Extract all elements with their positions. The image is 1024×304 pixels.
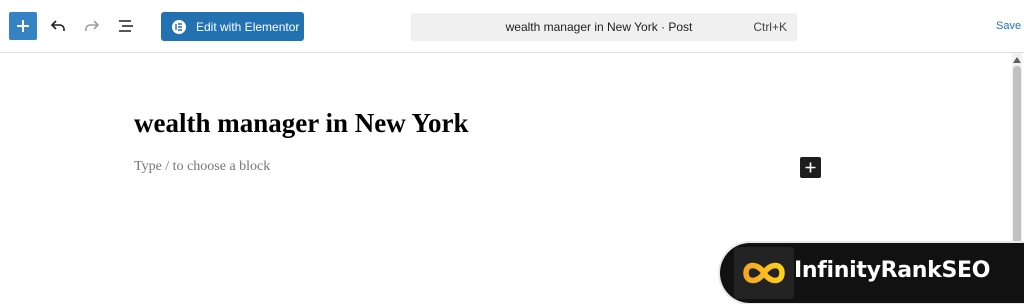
command-palette-bar[interactable]: wealth manager in New York · Post Ctrl+K — [411, 13, 797, 41]
edit-with-elementor-button[interactable]: Edit with Elementor — [161, 12, 304, 41]
plus-icon — [805, 162, 816, 173]
editor-toolbar: Edit with Elementor wealth manager in Ne… — [0, 0, 1024, 53]
infinity-logo-icon — [734, 247, 794, 299]
undo-button[interactable] — [46, 14, 70, 38]
edit-with-elementor-label: Edit with Elementor — [196, 19, 300, 34]
redo-icon — [85, 20, 100, 31]
list-view-icon — [119, 20, 133, 32]
scroll-up-arrow[interactable] — [1012, 55, 1022, 65]
elementor-icon — [172, 19, 186, 34]
document-title: wealth manager in New York · Post — [505, 20, 693, 34]
plus-icon — [17, 20, 29, 32]
chevron-up-icon — [1013, 57, 1021, 63]
redo-button[interactable] — [80, 14, 104, 38]
brand-watermark: InfinityRankSEO — [718, 241, 1024, 304]
keyboard-shortcut: Ctrl+K — [753, 20, 787, 34]
post-title[interactable]: wealth manager in New York — [134, 108, 468, 139]
brand-name: InfinityRankSEO — [794, 258, 991, 283]
block-placeholder[interactable]: Type / to choose a block — [134, 159, 270, 175]
document-overview-button[interactable] — [114, 14, 138, 38]
add-block-button[interactable] — [800, 157, 821, 178]
save-draft-button[interactable]: Save d — [996, 20, 1024, 32]
block-inserter-button[interactable] — [9, 12, 37, 40]
undo-icon — [50, 20, 65, 31]
